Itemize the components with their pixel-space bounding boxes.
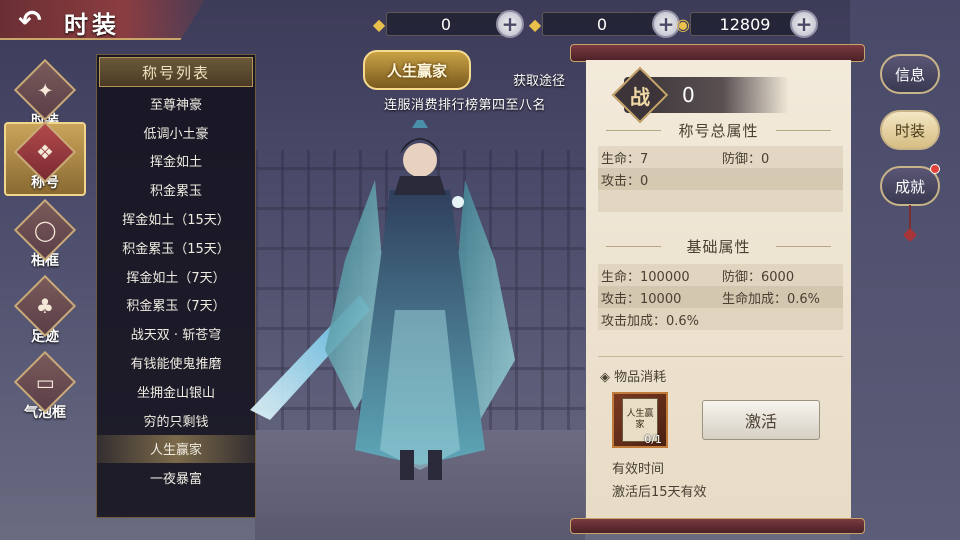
attr-row: 生命：7 防御：0 xyxy=(598,146,843,168)
nav-item-footprint[interactable]: ♣ 足迹 xyxy=(13,274,77,346)
attr-row: 攻击：0 xyxy=(598,168,843,190)
item-count: 0/1 xyxy=(644,433,662,446)
obtain-title: 获取途径 xyxy=(513,74,566,89)
attribute-panel: 战 0 称号总属性 生命：7 防御：0 攻击：0 基础属性 生命：100000 … xyxy=(586,60,851,520)
base-attributes-grid: 生命：100000 防御：6000 攻击：10000 生命加成：0.6% 攻击加… xyxy=(598,264,843,330)
frame-icon: ◯ xyxy=(13,198,77,262)
character-model xyxy=(250,120,515,480)
back-arrow-icon[interactable]: ↶ xyxy=(10,4,50,37)
outfit-icon: ✦ xyxy=(13,58,77,122)
alert-dot-icon xyxy=(930,164,940,174)
currency-bound: ◆ 0 + xyxy=(522,10,680,38)
nav-item-outfit[interactable]: ✦ 时装 xyxy=(13,58,77,130)
nav-item-bubble[interactable]: ▭ 气泡框 xyxy=(13,350,77,422)
attr-value: 攻击：10000 xyxy=(601,291,682,307)
nav-item-title[interactable]: ❖ 称号 xyxy=(4,120,86,196)
title-list-item[interactable]: 穷的只剩钱 xyxy=(97,406,255,435)
valid-time-label: 有效时间 xyxy=(612,462,665,477)
attr-row: 攻击：10000 生命加成：0.6% xyxy=(598,286,843,308)
title-list-item[interactable]: 一夜暴富 xyxy=(97,463,255,492)
title-list-item[interactable]: 战天双 · 斩苍穹 xyxy=(97,319,255,348)
valid-time-value: 激活后15天有效 xyxy=(612,485,707,500)
copper-coin-icon: ◉ xyxy=(676,14,690,34)
achievement-label: 成就 xyxy=(894,177,925,196)
bound-ingot-icon: ◆ xyxy=(528,14,542,34)
consume-item-slot[interactable]: 人生赢家 0/1 xyxy=(612,392,668,448)
title-icon: ❖ xyxy=(13,120,77,184)
attr-row xyxy=(598,190,843,212)
attr-value: 攻击加成：0.6% xyxy=(601,313,700,329)
base-attributes-title: 基础属性 xyxy=(586,236,851,257)
total-attributes-title: 称号总属性 xyxy=(586,120,851,141)
title-list-item[interactable]: 积金累玉（7天） xyxy=(97,291,255,320)
currency-value: 0 xyxy=(386,12,506,36)
title-list-panel: 称号列表 至尊神豪 低调小土豪 挥金如土 积金累玉 挥金如土（15天） 积金累玉… xyxy=(96,54,256,518)
outfit-side-button[interactable]: 时装 xyxy=(880,110,940,150)
add-gold-button[interactable]: + xyxy=(496,10,524,38)
divider xyxy=(598,356,843,357)
currency-gold: ◆ 0 + xyxy=(366,10,524,38)
achievement-button[interactable]: 成就 xyxy=(880,164,940,206)
attr-value: 防御：6000 xyxy=(722,269,795,285)
scroll-bottom-rod xyxy=(570,518,865,534)
total-attributes-grid: 生命：7 防御：0 攻击：0 xyxy=(598,146,843,212)
add-coin-button[interactable]: + xyxy=(790,10,818,38)
combat-power: 战 0 xyxy=(611,66,789,124)
attr-value: 生命加成：0.6% xyxy=(722,291,821,307)
gold-ingot-icon: ◆ xyxy=(372,14,386,34)
attr-value: 生命：100000 xyxy=(601,269,690,285)
combat-power-icon: 战 xyxy=(611,66,669,124)
attr-row: 攻击加成：0.6% xyxy=(598,308,843,330)
currency-value: 12809 xyxy=(690,12,800,36)
footprint-icon: ♣ xyxy=(13,274,77,338)
title-list-item-selected[interactable]: 人生赢家 xyxy=(97,434,255,464)
attr-value: 攻击：0 xyxy=(601,173,649,189)
title-list-item[interactable]: 坐拥金山银山 xyxy=(97,377,255,406)
attr-value: 防御：0 xyxy=(722,151,770,167)
item-consume-title: ◈ 物品消耗 xyxy=(600,370,667,385)
activate-button[interactable]: 激活 xyxy=(702,400,820,440)
title-list-item[interactable]: 低调小土豪 xyxy=(97,118,255,147)
title-list-item[interactable]: 挥金如土（7天） xyxy=(97,262,255,291)
currency-value: 0 xyxy=(542,12,662,36)
title-badge: 人生赢家 xyxy=(363,50,471,90)
info-button[interactable]: 信息 xyxy=(880,54,940,94)
title-list-item[interactable]: 挥金如土 xyxy=(97,147,255,176)
currency-coin: ◉ 12809 + xyxy=(670,10,818,38)
title-list-item[interactable]: 至尊神豪 xyxy=(97,89,255,118)
title-list-item[interactable]: 有钱能使鬼推磨 xyxy=(97,348,255,377)
attr-value: 生命：7 xyxy=(601,151,649,167)
title-list-item[interactable]: 挥金如土（15天） xyxy=(97,204,255,233)
page-title: 时装 xyxy=(64,11,120,39)
category-nav: ✦ 时装 ❖ 称号 ◯ 相框 ♣ 足迹 ▭ 气泡框 xyxy=(0,50,90,540)
attr-row: 生命：100000 防御：6000 xyxy=(598,264,843,286)
title-list-item[interactable]: 积金累玉（15天） xyxy=(97,233,255,262)
combat-power-value: 0 xyxy=(682,83,695,107)
obtain-description: 连服消费排行榜第四至八名 xyxy=(384,98,547,113)
title-list-header: 称号列表 xyxy=(99,57,253,87)
nav-item-frame[interactable]: ◯ 相框 xyxy=(13,198,77,270)
title-list-item[interactable]: 积金累玉 xyxy=(97,175,255,204)
